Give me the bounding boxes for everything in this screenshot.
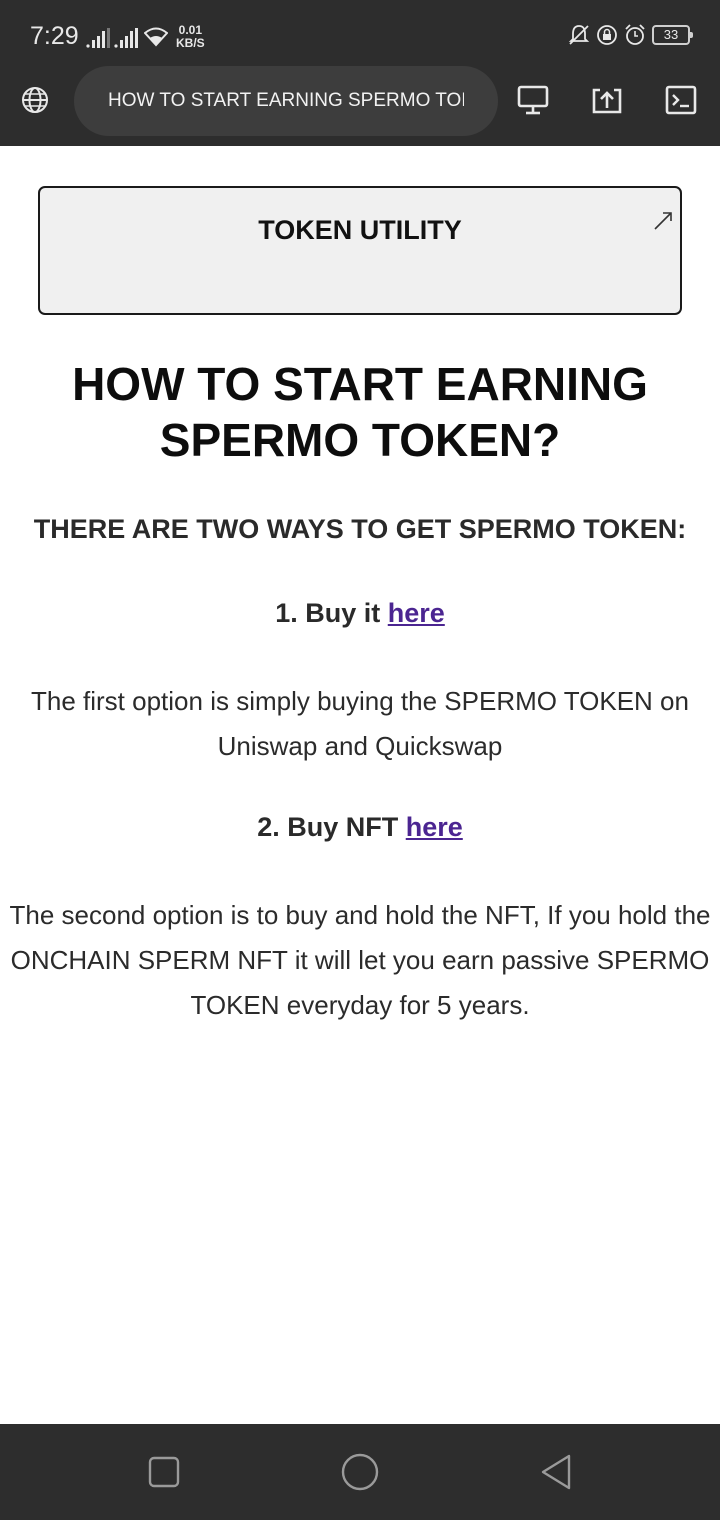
token-utility-title[interactable]: TOKEN UTILITY xyxy=(40,215,680,246)
option-2-prefix: 2. Buy NFT xyxy=(257,812,399,842)
buy-nft-link[interactable]: here xyxy=(406,812,463,842)
url-bar[interactable]: HOW TO START EARNING SPERMO TOKEN? xyxy=(74,66,498,136)
signal-icon xyxy=(86,28,110,48)
navigation-bar xyxy=(0,1424,720,1520)
lock-rotation-icon xyxy=(597,25,617,45)
wifi-icon xyxy=(144,27,168,47)
alarm-icon xyxy=(625,24,645,45)
url-text[interactable]: HOW TO START EARNING SPERMO TOKEN? xyxy=(108,90,464,112)
net-speed-unit: KB/S xyxy=(176,36,205,50)
share-icon[interactable] xyxy=(590,83,624,117)
buy-token-link[interactable]: here xyxy=(388,598,445,628)
option-2-description: The second option is to buy and hold the… xyxy=(9,900,711,1020)
status-icons: 33 xyxy=(568,24,693,46)
subheading: THERE ARE TWO WAYS TO GET SPERMO TOKEN: xyxy=(33,514,687,544)
page-heading: HOW TO START EARNING SPERMO TOKEN? xyxy=(72,358,648,466)
desktop-icon[interactable] xyxy=(516,83,550,117)
back-icon[interactable] xyxy=(536,1452,576,1492)
option-1-description: The first option is simply buying the SP… xyxy=(31,686,689,761)
battery-icon: 33 xyxy=(652,25,693,45)
browser-toolbar: HOW TO START EARNING SPERMO TOKEN? xyxy=(0,66,720,146)
signal-icon xyxy=(114,28,138,48)
mute-icon xyxy=(568,25,590,45)
terminal-icon[interactable] xyxy=(664,83,698,117)
home-icon[interactable] xyxy=(340,1452,380,1492)
globe-icon[interactable] xyxy=(18,83,52,117)
net-speed: 0.01 KB/S xyxy=(176,24,205,50)
status-bar: 7:29 0.01 KB/S 33 xyxy=(0,0,720,66)
external-link-icon xyxy=(654,212,672,230)
token-utility-card[interactable]: TOKEN UTILITY xyxy=(38,186,682,315)
option-1-prefix: 1. Buy it xyxy=(275,598,381,628)
option-2-heading: 2. Buy NFT here xyxy=(10,812,710,843)
option-1-heading: 1. Buy it here xyxy=(10,598,710,629)
recents-icon[interactable] xyxy=(144,1452,184,1492)
status-time: 7:29 xyxy=(30,22,79,50)
